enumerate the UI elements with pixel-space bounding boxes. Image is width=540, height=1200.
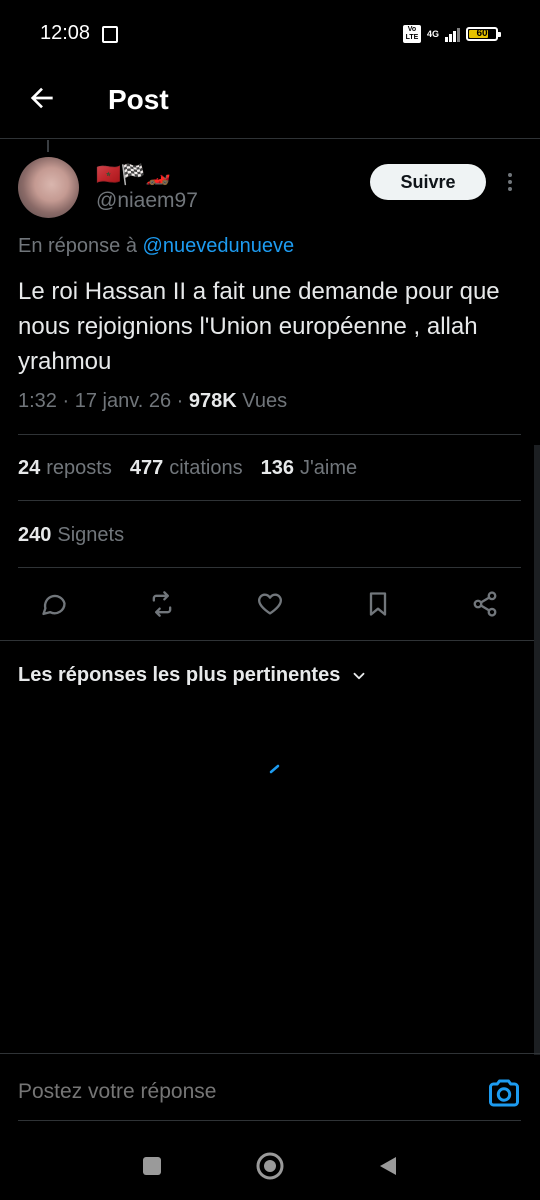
sort-label: Les réponses les plus pertinentes bbox=[18, 664, 341, 686]
reply-prefix: En réponse à bbox=[18, 235, 137, 257]
engagement-stats: 24 reposts 477 citations 136 J'aime bbox=[18, 457, 357, 480]
divider bbox=[18, 567, 521, 568]
status-indicators: Vo LTE 4G 60 bbox=[402, 22, 501, 46]
circle-icon bbox=[256, 1152, 284, 1180]
views-count: 978K bbox=[188, 390, 237, 412]
divider bbox=[18, 1120, 521, 1121]
back-button[interactable] bbox=[26, 82, 58, 114]
back-nav-button[interactable] bbox=[368, 1146, 408, 1186]
battery-icon: 60 bbox=[466, 27, 501, 41]
reply-context: En réponse à @nuevedunueve bbox=[18, 235, 294, 258]
page-title: Post bbox=[108, 84, 169, 115]
arrow-left-icon bbox=[30, 87, 53, 109]
avatar[interactable] bbox=[18, 157, 79, 218]
volte-icon: Vo LTE bbox=[402, 25, 421, 43]
quotes-count: 477 bbox=[129, 457, 164, 479]
recents-button[interactable] bbox=[132, 1146, 172, 1186]
replies-sort-dropdown[interactable]: Les réponses les plus pertinentes bbox=[18, 664, 368, 687]
home-button[interactable] bbox=[250, 1146, 290, 1186]
reply-icon bbox=[42, 594, 66, 616]
bookmark-icon bbox=[369, 592, 387, 616]
divider bbox=[0, 1053, 540, 1054]
likes-label: J'aime bbox=[299, 457, 358, 479]
tweet-meta: 1:32 · 17 janv. 26 · 978K Vues bbox=[18, 390, 288, 412]
reply-mention-link[interactable]: @nuevedunueve bbox=[143, 235, 295, 257]
quotes-stat[interactable]: 477 citations bbox=[130, 457, 243, 480]
triangle-back-icon bbox=[380, 1157, 396, 1175]
views-label: Vues bbox=[242, 390, 288, 412]
author-handle[interactable]: @niaem97 bbox=[96, 189, 198, 213]
repost-button[interactable] bbox=[144, 586, 180, 622]
bookmarks-stat: 240 Signets bbox=[18, 524, 124, 547]
likes-count: 136 bbox=[260, 457, 294, 479]
likes-stat[interactable]: 136 J'aime bbox=[261, 457, 358, 480]
network-type: 4G bbox=[426, 29, 439, 39]
quotes-label: citations bbox=[169, 457, 243, 479]
screenshot-notification-icon bbox=[102, 26, 118, 43]
bookmarks-label: Signets bbox=[57, 524, 125, 546]
reply-input[interactable] bbox=[18, 1080, 458, 1104]
like-button[interactable] bbox=[252, 586, 288, 622]
divider bbox=[0, 640, 540, 641]
square-icon bbox=[143, 1157, 161, 1175]
share-button[interactable] bbox=[467, 586, 503, 622]
camera-icon bbox=[489, 1079, 519, 1107]
divider bbox=[18, 500, 521, 501]
thread-line bbox=[47, 140, 49, 152]
tweet-date[interactable]: 17 janv. 26 bbox=[75, 390, 171, 412]
battery-level: 60 bbox=[476, 28, 488, 39]
reposts-label: reposts bbox=[46, 457, 112, 479]
tweet-text: Le roi Hassan II a fait une demande pour… bbox=[18, 278, 500, 375]
scrollbar[interactable] bbox=[534, 445, 540, 1055]
camera-button[interactable] bbox=[486, 1075, 522, 1111]
status-time: 12:08 bbox=[40, 22, 91, 44]
bookmark-button[interactable] bbox=[360, 586, 396, 622]
reposts-stat[interactable]: 24 reposts bbox=[18, 457, 112, 480]
more-vertical-icon bbox=[508, 173, 512, 191]
signal-icon bbox=[445, 26, 460, 42]
bookmarks-count: 240 bbox=[18, 524, 52, 546]
like-icon bbox=[258, 593, 282, 615]
repost-icon bbox=[152, 591, 172, 617]
author-display-name[interactable]: 🇲🇦🏁🏎️ bbox=[96, 162, 171, 187]
header-divider bbox=[0, 138, 540, 139]
loading-spinner-icon bbox=[269, 764, 280, 774]
tweet-time[interactable]: 1:32 bbox=[18, 390, 57, 412]
divider bbox=[18, 434, 521, 435]
reposts-count: 24 bbox=[18, 457, 41, 479]
share-icon bbox=[473, 591, 497, 617]
more-options-button[interactable] bbox=[500, 168, 520, 196]
follow-button[interactable]: Suivre bbox=[370, 164, 486, 200]
chevron-down-icon bbox=[353, 672, 365, 679]
reply-button[interactable] bbox=[36, 586, 72, 622]
